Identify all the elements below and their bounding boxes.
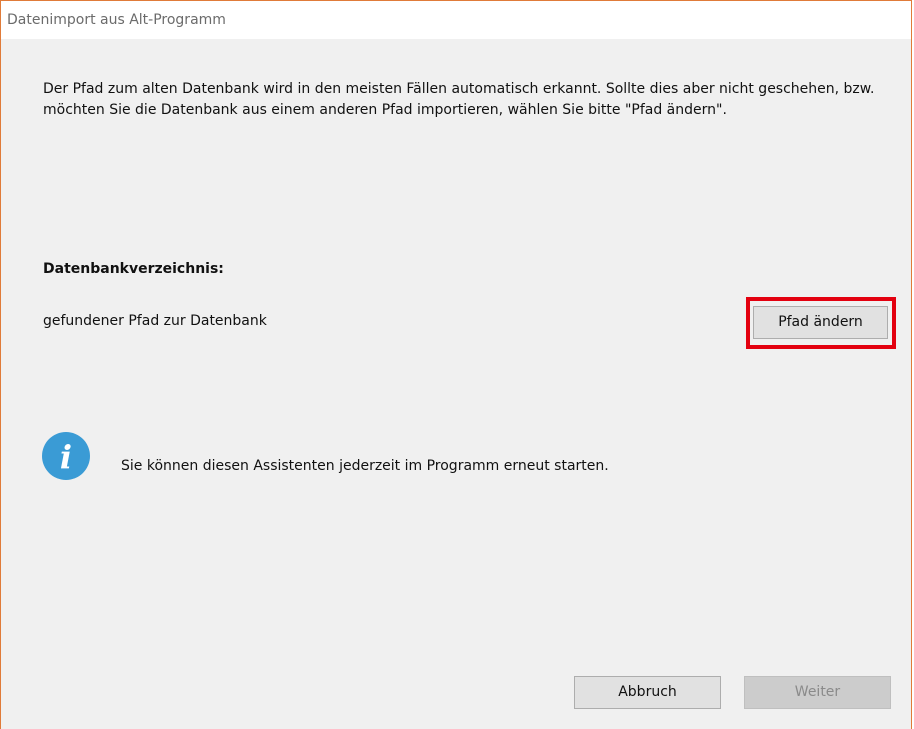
title-bar[interactable]: Datenimport aus Alt-Programm [1,1,911,39]
window-title: Datenimport aus Alt-Programm [7,12,226,28]
cancel-button[interactable]: Abbruch [574,676,721,709]
info-message: Sie können diesen Assistenten jederzeit … [121,458,609,474]
dialog-content: Der Pfad zum alten Datenbank wird in den… [1,39,911,729]
svg-text:i: i [60,438,72,476]
info-icon: i [42,432,90,480]
next-button[interactable]: Weiter [744,676,891,709]
database-directory-label: Datenbankverzeichnis: [43,261,224,277]
dialog-window: Datenimport aus Alt-Programm Der Pfad zu… [0,0,912,729]
change-path-button[interactable]: Pfad ändern [753,306,888,339]
intro-text: Der Pfad zum alten Datenbank wird in den… [43,81,875,118]
database-path-text: gefundener Pfad zur Datenbank [43,313,267,329]
